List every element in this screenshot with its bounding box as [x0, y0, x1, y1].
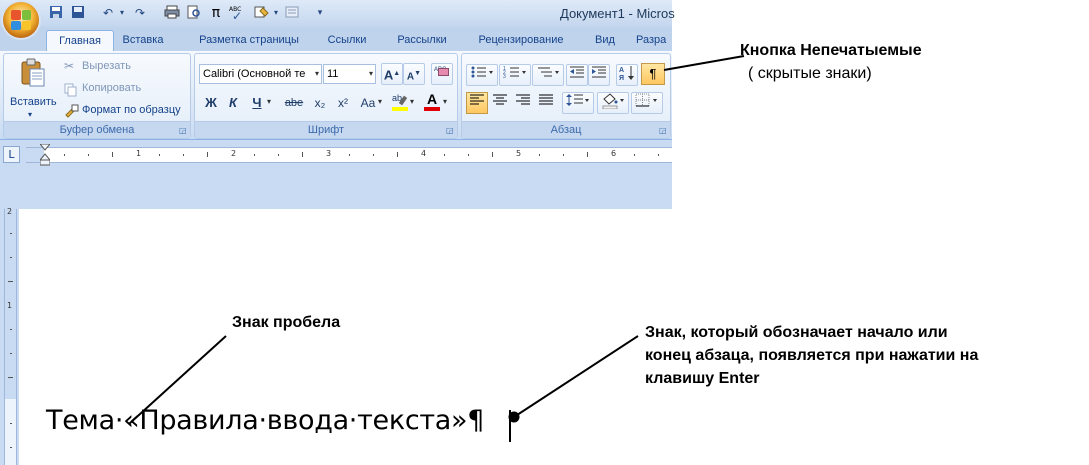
paragraph-mark-annotation-line2: конец абзаца, появляется при нажатии на	[645, 347, 979, 364]
paragraph-mark-pointer-dot	[508, 411, 520, 423]
pilcrow-annotation-line2: ( скрытые знаки)	[748, 65, 872, 82]
office-button[interactable]	[3, 2, 39, 38]
paragraph-mark-annotation-line3: клавишу Enter	[645, 370, 760, 387]
space-mark-annotation: Знак пробела	[232, 314, 341, 331]
pilcrow-annotation-line1: Кнопка Непечатыемые	[740, 42, 922, 59]
office-logo-icon	[11, 10, 31, 30]
pilcrow-pointer-line	[663, 55, 745, 71]
paragraph-mark-pointer-line	[513, 335, 639, 418]
paragraph-mark-annotation-line1: Знак, который обозначает начало или	[645, 324, 948, 341]
annotation-arrows	[128, 55, 745, 425]
space-mark-pointer-line	[128, 335, 227, 425]
